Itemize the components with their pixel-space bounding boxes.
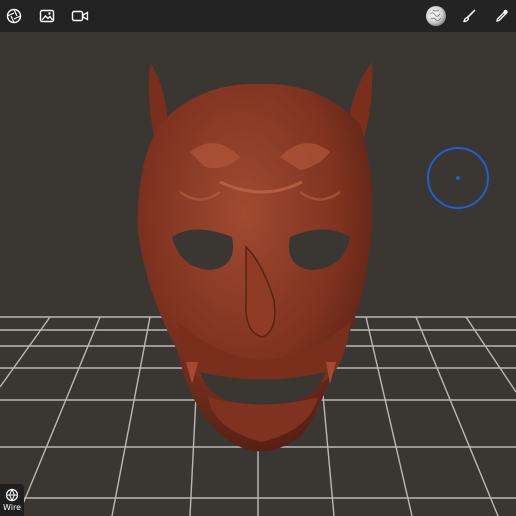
image-icon	[39, 9, 55, 23]
eyedropper-icon	[496, 9, 508, 22]
wire-label: Wire	[3, 503, 21, 512]
sculpt-app: Wire	[0, 0, 516, 516]
wireframe-toggle-button[interactable]: Wire	[0, 484, 24, 516]
brush-icon	[463, 9, 476, 23]
material-sphere-button[interactable]	[424, 4, 448, 28]
3d-viewport[interactable]	[0, 32, 516, 516]
camera-aperture-icon	[6, 8, 22, 24]
video-button[interactable]	[68, 4, 92, 28]
top-toolbar	[0, 0, 516, 32]
material-sphere-icon	[426, 6, 446, 26]
camera-aperture-button[interactable]	[2, 4, 26, 28]
image-button[interactable]	[35, 4, 59, 28]
brush-button[interactable]	[457, 4, 481, 28]
eyedropper-button[interactable]	[490, 4, 514, 28]
viewport-canvas[interactable]	[0, 32, 516, 516]
wireframe-icon	[5, 488, 19, 502]
video-camera-icon	[71, 10, 89, 22]
